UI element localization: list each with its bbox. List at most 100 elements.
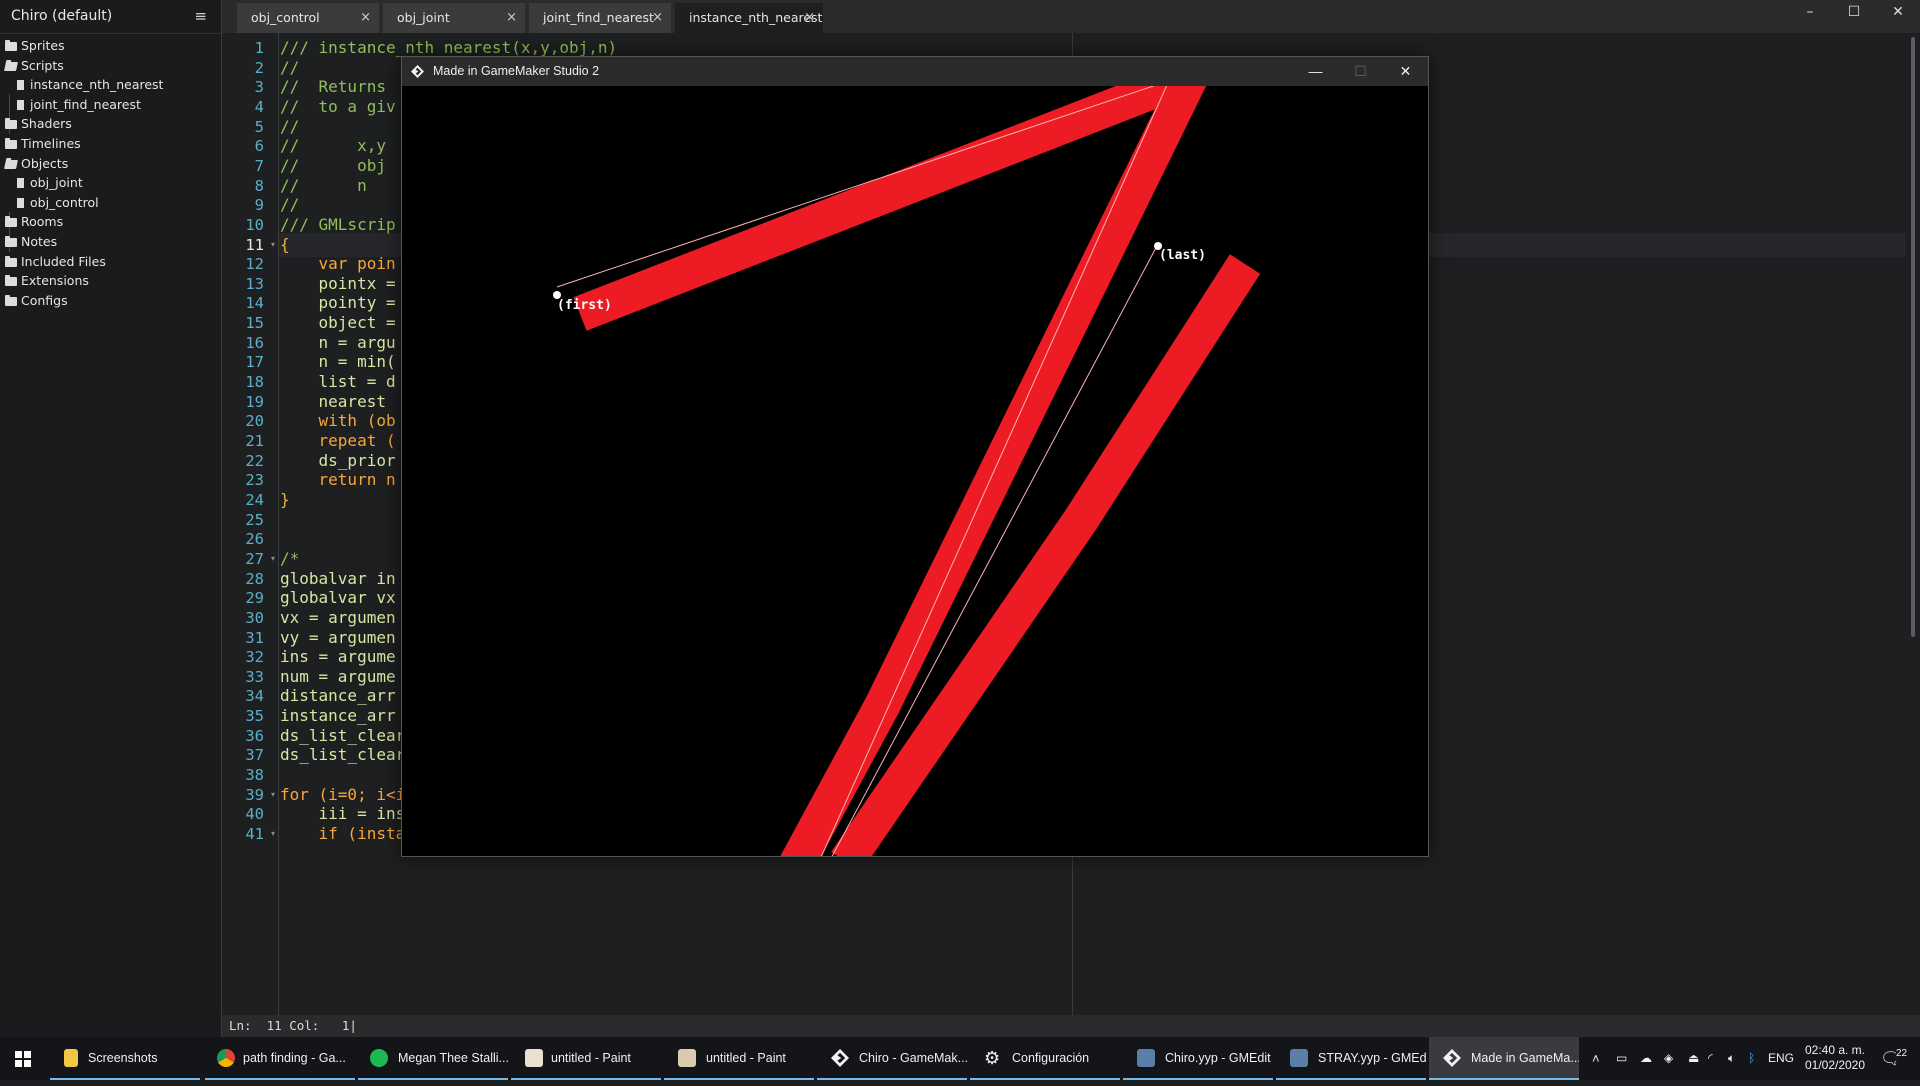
tab-instance-nth-nearest[interactable]: instance_nth_nearest × [675,3,823,33]
folder-icon [5,216,17,228]
taskbar-item-label: Chiro.yyp - GMEdit [1165,1051,1271,1065]
taskbar-item-label: STRAY.yyp - GMEdit [1318,1051,1426,1065]
taskbar-item-gmedit-stray[interactable]: STRAY.yyp - GMEdit [1276,1037,1426,1080]
usb-icon[interactable]: ⏏ [1688,1037,1699,1080]
tab-label: instance_nth_nearest [689,10,823,25]
tab-obj-control[interactable]: obj_control × [237,3,379,33]
tree-item-label: obj_control [30,194,99,210]
line-number: 41 [245,825,264,843]
folder-icon [5,137,17,149]
fold-toggle-icon[interactable]: ▾ [271,822,275,846]
tree-item-label: joint_find_nearest [30,96,141,112]
paint-icon [678,1049,696,1067]
editor-tab-bar: obj_control × obj_joint × joint_find_neare… [222,0,1920,33]
tree-item-notes[interactable]: Notes [0,232,221,252]
game-canvas[interactable]: (first) (last) [402,86,1428,856]
taskbar-item-label: Made in GameMa... [1471,1051,1579,1065]
fold-toggle-icon[interactable]: ▾ [271,233,275,257]
volume-icon[interactable]: 🔈︎ [1728,1037,1735,1080]
project-sidebar: Chiro (default) ≡ Sprites Scripts instan… [0,0,222,1037]
gear-icon: ⚙ [984,1048,1001,1068]
tab-label: joint_find_nearest [543,10,654,25]
taskbar-item-gmedit-chiro[interactable]: Chiro.yyp - GMEdit [1123,1037,1273,1080]
taskbar-item-chrome[interactable]: path finding - Ga... [205,1037,355,1080]
taskbar-item-label: untitled - Paint [551,1051,631,1065]
minimize-icon[interactable]: — [1293,57,1338,86]
fold-toggle-icon[interactable]: ▾ [271,547,275,571]
taskbar-item-label: path finding - Ga... [243,1051,346,1065]
game-drawing: (first) (last) [553,86,1261,856]
game-window-titlebar[interactable]: Made in GameMaker Studio 2 — ☐ ✕ [402,57,1428,86]
close-icon[interactable]: ✕ [1876,0,1920,26]
input-language[interactable]: ENG [1768,1037,1794,1080]
tab-joint-find-nearest[interactable]: joint_find_nearest × [529,3,671,33]
tree-item-configs[interactable]: Configs [0,291,221,311]
show-hidden-icons-icon[interactable]: ˄ [1592,1037,1600,1080]
paint-icon [525,1049,543,1067]
tree-item-label: Objects [21,155,69,171]
close-icon[interactable]: ✕ [1383,57,1428,86]
last-label: (last) [1159,248,1206,263]
taskbar-item-paint-2[interactable]: untitled - Paint [664,1037,814,1080]
folder-icon [5,294,17,306]
tree-item-included-files[interactable]: Included Files [0,252,221,272]
game-window-title: Made in GameMaker Studio 2 [433,64,600,78]
editor-scrollbar[interactable] [1906,33,1920,1015]
tree-item-obj-control[interactable]: obj_control [0,193,221,213]
tree-item-label: Included Files [21,253,106,269]
taskbar-item-label: untitled - Paint [706,1051,786,1065]
taskbar-item-screenshots[interactable]: Screenshots [50,1037,200,1080]
action-center-button[interactable]: 🗨︎ 22 [1876,1037,1912,1080]
game-window[interactable]: Made in GameMaker Studio 2 — ☐ ✕ (first)… [401,56,1429,857]
tree-item-scripts[interactable]: Scripts [0,56,221,76]
tree-item-instance-nth-nearest[interactable]: instance_nth_nearest [0,75,221,95]
close-tab-icon[interactable]: × [652,3,663,33]
scrollbar-thumb[interactable] [1911,37,1915,637]
taskbar-item-settings[interactable]: ⚙ Configuración [970,1037,1120,1080]
menu-icon[interactable]: ≡ [194,0,207,33]
start-button[interactable] [0,1037,48,1080]
gmedit-icon [1137,1049,1155,1067]
project-header: Chiro (default) ≡ [0,0,221,34]
maximize-icon[interactable]: ☐ [1338,57,1383,86]
clock[interactable]: 02:40 a. m. 01/02/2020 [1800,1037,1870,1086]
tree-item-rooms[interactable]: Rooms [0,212,221,232]
object-file-icon [17,197,24,208]
tree-item-label: Notes [21,233,58,249]
fold-toggle-icon[interactable]: ▾ [271,783,275,807]
minimize-icon[interactable]: – [1788,0,1832,26]
maximize-icon[interactable]: ☐ [1832,0,1876,26]
taskbar-item-spotify[interactable]: Megan Thee Stalli... [358,1037,508,1080]
bluetooth-icon[interactable]: ᛒ [1748,1037,1755,1080]
tree-item-sprites[interactable]: Sprites [0,36,221,56]
close-tab-icon[interactable]: × [804,3,815,33]
close-tab-icon[interactable]: × [506,3,517,33]
windows-logo-icon [15,1051,31,1067]
folder-open-icon [4,61,18,71]
taskbar-item-paint-1[interactable]: untitled - Paint [511,1037,661,1080]
tree-item-label: Scripts [21,57,64,73]
tree-item-label: instance_nth_nearest [30,77,164,93]
folder-icon [5,118,17,130]
close-tab-icon[interactable]: × [360,3,371,33]
dropbox-icon[interactable]: ◈ [1664,1037,1673,1080]
taskbar-item-gamemaker[interactable]: Chiro - GameMak... [817,1037,967,1080]
line-number-gutter: 1 2 3 4 5 6 7 8 9 10 11 ▾ 12 13 14 15 16 17 18 19 20 21 22 23 24… [222,33,279,1015]
tree-item-joint-find-nearest[interactable]: joint_find_nearest [0,95,221,115]
network-icon[interactable]: ◜ [1708,1037,1713,1080]
cloud-icon[interactable]: ☁ [1640,1037,1652,1080]
battery-icon[interactable]: ▭ [1616,1037,1627,1080]
tree-item-label: Rooms [21,214,64,230]
tree-item-shaders[interactable]: Shaders [0,114,221,134]
tree-item-timelines[interactable]: Timelines [0,134,221,154]
tree-item-extensions[interactable]: Extensions [0,271,221,291]
tree-item-label: Extensions [21,273,89,289]
tree-item-obj-joint[interactable]: obj_joint [0,173,221,193]
gamemaker-icon [1443,1049,1461,1067]
windows-taskbar: Screenshots path finding - Ga... Megan T… [0,1037,1920,1080]
taskbar-item-game-window[interactable]: Made in GameMa... [1429,1037,1579,1080]
folder-icon [5,235,17,247]
code-line: } [280,489,290,509]
tree-item-objects[interactable]: Objects [0,154,221,174]
tab-obj-joint[interactable]: obj_joint × [383,3,525,33]
